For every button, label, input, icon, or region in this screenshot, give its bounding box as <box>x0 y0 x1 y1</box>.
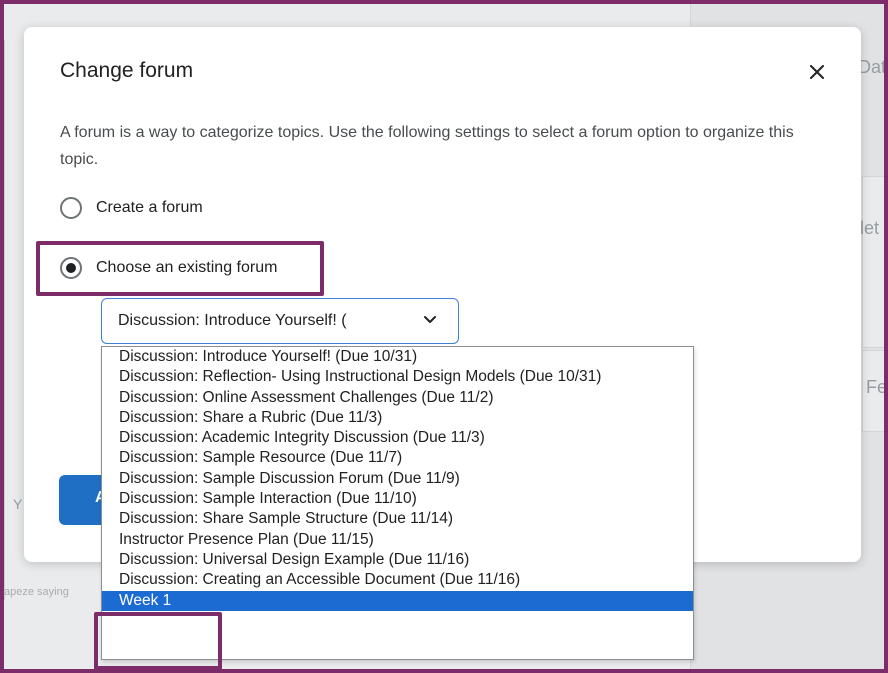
dropdown-option-selected[interactable]: Week 1 <box>102 590 693 611</box>
annotation-highlight-week1 <box>94 612 222 670</box>
radio-create-forum-label: Create a forum <box>96 199 203 216</box>
dialog-description: A forum is a way to categorize topics. U… <box>60 124 794 168</box>
dropdown-option[interactable]: Discussion: Sample Resource (Due 11/7) <box>102 448 693 468</box>
radio-create-forum[interactable]: Create a forum <box>60 197 203 219</box>
dropdown-option[interactable]: Discussion: Online Assessment Challenges… <box>102 388 693 408</box>
primary-button[interactable]: A <box>59 475 107 525</box>
dropdown-option[interactable]: Discussion: Sample Discussion Forum (Due… <box>102 469 693 489</box>
close-icon <box>810 65 824 79</box>
dropdown-option[interactable]: Discussion: Universal Design Example (Du… <box>102 550 693 570</box>
forum-select-value: Discussion: Introduce Yourself! ( <box>118 312 347 329</box>
dropdown-option[interactable]: Discussion: Academic Integrity Discussio… <box>102 428 693 448</box>
dropdown-option[interactable]: Discussion: Creating an Accessible Docum… <box>102 570 693 590</box>
annotation-highlight-radio <box>36 241 324 296</box>
dropdown-option[interactable]: Discussion: Sample Interaction (Due 11/1… <box>102 489 693 509</box>
dropdown-option[interactable]: Instructor Presence Plan (Due 11/15) <box>102 530 693 550</box>
radio-button-unchecked[interactable] <box>60 197 82 219</box>
chevron-down-icon <box>424 316 436 323</box>
dropdown-option[interactable]: Discussion: Reflection- Using Instructio… <box>102 367 693 387</box>
dropdown-option[interactable]: Discussion: Share Sample Structure (Due … <box>102 509 693 529</box>
forum-select[interactable]: Discussion: Introduce Yourself! ( <box>101 298 459 344</box>
dropdown-option[interactable]: Discussion: Introduce Yourself! (Due 10/… <box>102 347 693 367</box>
dropdown-option[interactable]: Discussion: Share a Rubric (Due 11/3) <box>102 408 693 428</box>
dialog-title: Change forum <box>60 59 194 82</box>
close-button[interactable] <box>802 57 832 87</box>
